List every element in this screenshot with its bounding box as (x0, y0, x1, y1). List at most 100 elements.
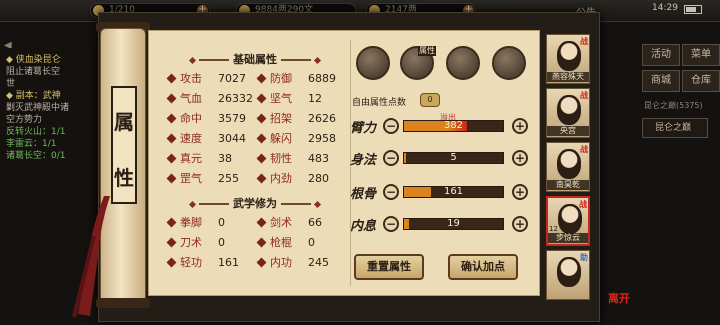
scroll-attribute-icon[interactable]: 属性 (400, 46, 436, 80)
free-points-value: 0 (420, 93, 440, 107)
attribute-value: 382 (443, 120, 464, 131)
diamond-bullet-icon (256, 257, 267, 268)
character-name: 南昊乾 (547, 180, 589, 190)
quest-line: 世 (6, 79, 16, 89)
character-list: 战燕容殊天战央宫战南昊乾战 12 步惊云助 (546, 34, 596, 302)
stat-name: 内劲 (270, 172, 292, 185)
stat-basic-1: 防御 6889 (256, 70, 336, 88)
character-card[interactable]: 战南昊乾 (546, 142, 590, 192)
stat-value: 0 (218, 216, 225, 229)
status-flag: 战 (580, 37, 588, 46)
diamond-bullet-icon (256, 173, 267, 184)
stat-value: 483 (308, 152, 329, 165)
battery-icon (684, 5, 702, 14)
stat-name: 躲闪 (270, 132, 292, 145)
character-level: 12 (549, 225, 558, 233)
increase-attribute-button[interactable]: + (512, 150, 528, 166)
character-card[interactable]: 战 12 步惊云 (546, 196, 590, 246)
quest-line: 空方势力 (6, 115, 43, 125)
stat-value: 280 (308, 172, 329, 185)
diamond-bullet-icon (166, 173, 177, 184)
hat-warrior-icon[interactable] (356, 46, 390, 80)
quest-line: 李雷云：1/1 (6, 139, 57, 149)
shop-button[interactable]: 商城 (642, 70, 680, 92)
quest-line: 阻止诸葛长空 (6, 67, 61, 77)
stat-value: 0 (218, 236, 225, 249)
free-points-label: 自由属性点数 (352, 98, 407, 108)
stat-value: 0 (308, 236, 315, 249)
warehouse-button[interactable]: 仓库 (682, 70, 720, 92)
stat-name: 气血 (180, 92, 202, 105)
stat-name: 枪棍 (270, 236, 292, 249)
stat-value: 3044 (218, 132, 246, 145)
character-name: 步惊云 (548, 233, 588, 243)
decrease-attribute-button[interactable]: − (383, 216, 399, 232)
stat-name: 攻击 (180, 72, 202, 85)
stat-basic-4: 命中 3579 (166, 110, 246, 128)
stat-value: 3579 (218, 112, 246, 125)
stat-value: 161 (218, 256, 239, 269)
diamond-bullet-icon (256, 93, 267, 104)
stat-name: 刀术 (180, 236, 202, 249)
portrait-icon (557, 257, 581, 287)
meridian-body-icon[interactable] (492, 46, 526, 80)
location-tab[interactable]: 昆仑之巅 (642, 118, 708, 138)
character-card[interactable]: 助 (546, 250, 590, 300)
increase-attribute-button[interactable]: + (512, 216, 528, 232)
attribute-value: 5 (450, 152, 457, 163)
stat-value: 38 (218, 152, 232, 165)
diamond-bullet-icon (256, 217, 267, 228)
stat-basic-6: 速度 3044 (166, 130, 246, 148)
decrease-attribute-button[interactable]: − (383, 184, 399, 200)
attribute-bar: 161 (403, 186, 504, 198)
diamond-bullet-icon (256, 237, 267, 248)
status-flag: 战 (580, 145, 588, 154)
stat-basic-11: 内劲 280 (256, 170, 329, 188)
status-flag: 助 (580, 253, 588, 262)
increase-attribute-button[interactable]: + (512, 184, 528, 200)
stat-name: 速度 (180, 132, 202, 145)
attribute-name: 臂力 (350, 121, 377, 136)
quest-line: ◆ 副本：武神 (6, 91, 61, 101)
stat-value: 12 (308, 92, 322, 105)
decrease-attribute-button[interactable]: − (383, 150, 399, 166)
attribute-name: 内息 (350, 219, 377, 234)
stat-value: 7027 (218, 72, 246, 85)
stat-name: 拳脚 (180, 216, 202, 229)
diamond-bullet-icon (256, 73, 267, 84)
basic-stats-heading: 基础属性 (165, 52, 345, 68)
attribute-value: 161 (443, 186, 464, 197)
stat-basic-9: 韧性 483 (256, 150, 329, 168)
stat-martial-1: 剑术 66 (256, 214, 322, 232)
diamond-bullet-icon (166, 113, 177, 124)
quest-line: ◆ 侠血染昆仑 (6, 55, 61, 65)
increase-attribute-button[interactable]: + (512, 118, 528, 134)
leave-seal[interactable]: 离开 (608, 290, 630, 306)
stat-value: 6889 (308, 72, 336, 85)
confirm-points-button[interactable]: 确认加点 (448, 254, 518, 280)
stat-name: 真元 (180, 152, 202, 165)
status-flag: 战 (580, 91, 588, 100)
character-card[interactable]: 战燕容殊天 (546, 34, 590, 84)
character-card[interactable]: 战央宫 (546, 88, 590, 138)
stat-name: 韧性 (270, 152, 292, 165)
stat-name: 招架 (270, 112, 292, 125)
stat-value: 2626 (308, 112, 336, 125)
yin-yang-icon[interactable] (446, 46, 480, 80)
stat-basic-8: 真元 38 (166, 150, 232, 168)
diamond-bullet-icon (166, 257, 177, 268)
menu-button[interactable]: 菜单 (682, 44, 720, 66)
diamond-bullet-icon (166, 93, 177, 104)
activity-button[interactable]: 活动 (642, 44, 680, 66)
portrait-icon (557, 41, 581, 71)
status-flag: 战 (579, 200, 587, 209)
stat-basic-10: 罡气 255 (166, 170, 239, 188)
decrease-attribute-button[interactable]: − (383, 118, 399, 134)
stat-name: 剑术 (270, 216, 292, 229)
diamond-bullet-icon (166, 133, 177, 144)
reset-attributes-button[interactable]: 重置属性 (354, 254, 424, 280)
martial-stats-heading: 武学修为 (165, 196, 345, 212)
stat-value: 255 (218, 172, 239, 185)
stat-martial-2: 刀术 0 (166, 234, 225, 252)
portrait-icon (557, 149, 581, 179)
